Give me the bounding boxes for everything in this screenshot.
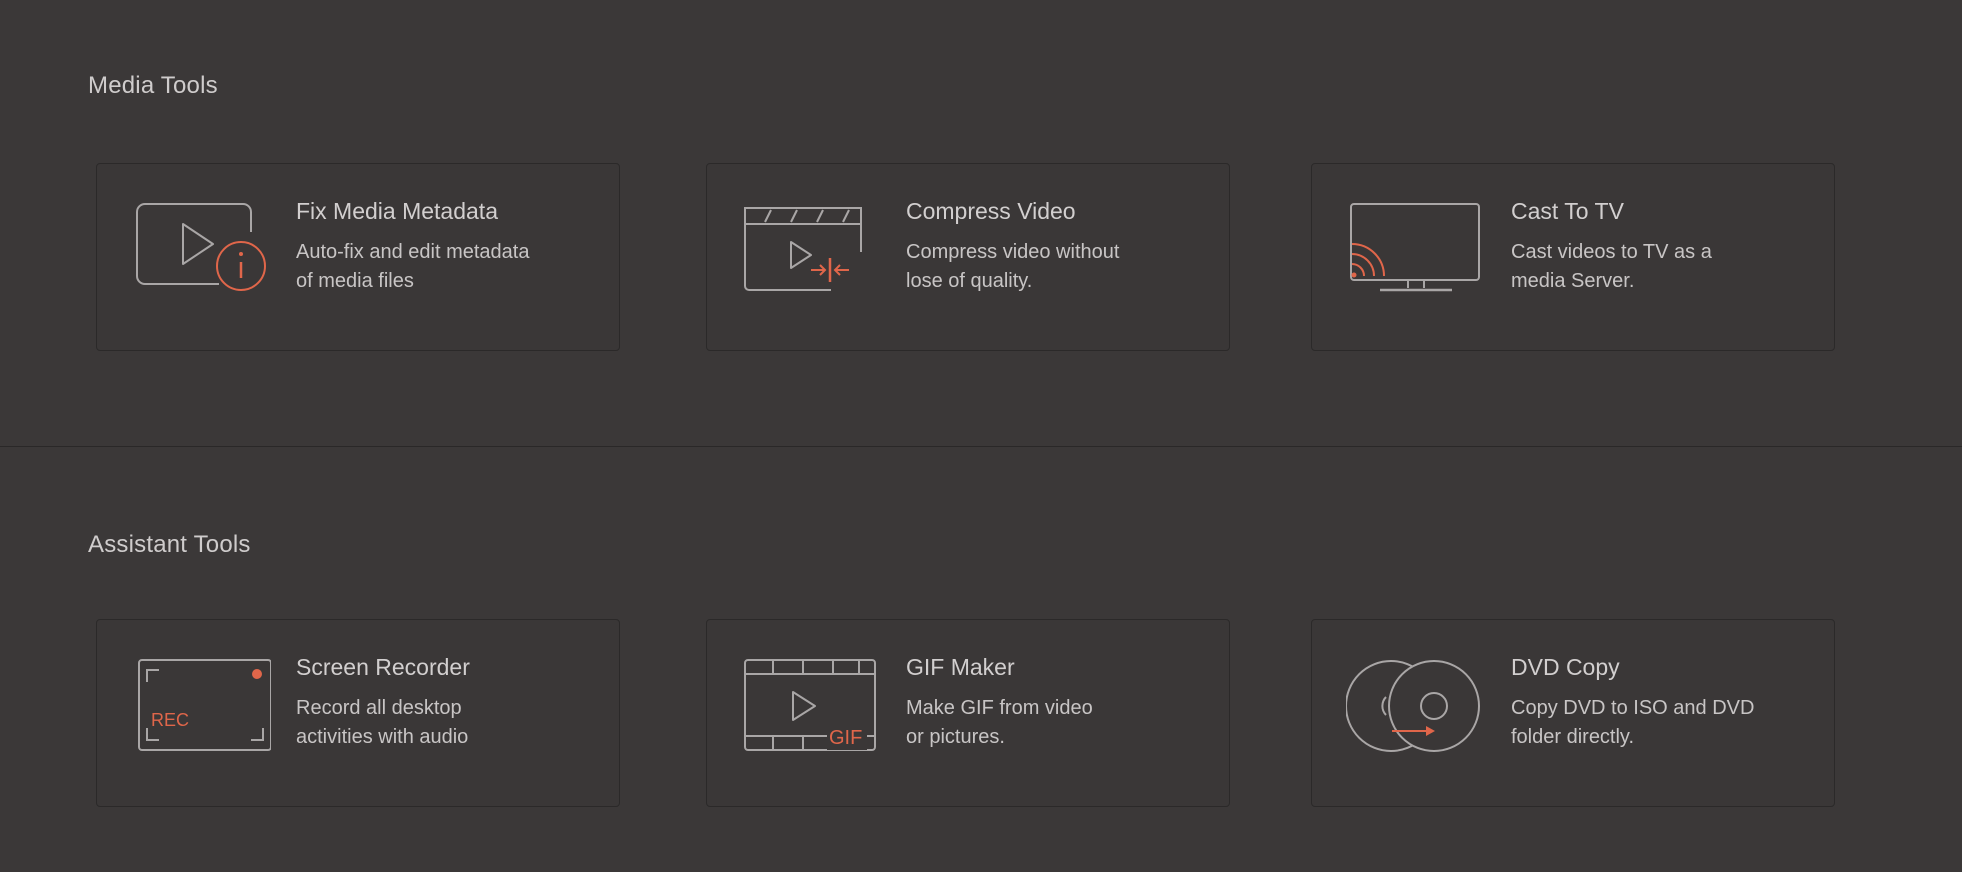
dvd-copy-card[interactable]: DVD Copy Copy DVD to ISO and DVD folder … xyxy=(1311,619,1835,807)
compress-video-card[interactable]: Compress Video Compress video without lo… xyxy=(706,163,1230,351)
card-title: Compress Video xyxy=(906,198,1076,224)
card-description: Copy DVD to ISO and DVD folder directly. xyxy=(1511,697,1755,748)
card-description: Auto-fix and edit metadata of media file… xyxy=(296,241,530,292)
gif-label: GIF xyxy=(829,727,862,749)
gif-maker-card[interactable]: GIF GIF Maker Make GIF from video or pic… xyxy=(706,619,1230,807)
card-title: Cast To TV xyxy=(1511,198,1624,224)
card-title: GIF Maker xyxy=(906,654,1015,680)
rec-label: REC xyxy=(151,710,189,730)
media-tools-heading: Media Tools xyxy=(88,72,218,99)
screen-recorder-card[interactable]: REC Screen Recorder Record all desktop a… xyxy=(96,619,620,807)
tools-page: Media Tools Fix Media Metadata Auto-fix … xyxy=(0,0,1962,872)
card-description: Record all desktop activities with audio xyxy=(296,697,469,748)
dvd-copy-icon xyxy=(1346,658,1486,758)
compress-video-icon xyxy=(741,202,881,302)
assistant-tools-heading: Assistant Tools xyxy=(88,531,251,558)
cast-to-tv-card[interactable]: Cast To TV Cast videos to TV as a media … xyxy=(1311,163,1835,351)
media-tools-section: Media Tools Fix Media Metadata Auto-fix … xyxy=(0,0,1962,446)
cast-tv-icon xyxy=(1346,202,1486,302)
fix-media-metadata-card[interactable]: Fix Media Metadata Auto-fix and edit met… xyxy=(96,163,620,351)
card-title: Fix Media Metadata xyxy=(296,198,498,224)
assistant-tools-section: Assistant Tools REC Screen Recorder Reco… xyxy=(0,447,1962,872)
video-info-icon xyxy=(131,202,271,302)
card-title: Screen Recorder xyxy=(296,654,470,680)
card-title: DVD Copy xyxy=(1511,654,1620,680)
card-description: Compress video without lose of quality. xyxy=(906,241,1120,292)
screen-recorder-icon: REC xyxy=(131,658,271,758)
gif-maker-icon: GIF xyxy=(741,658,881,758)
card-description: Make GIF from video or pictures. xyxy=(906,697,1093,748)
card-description: Cast videos to TV as a media Server. xyxy=(1511,241,1712,292)
